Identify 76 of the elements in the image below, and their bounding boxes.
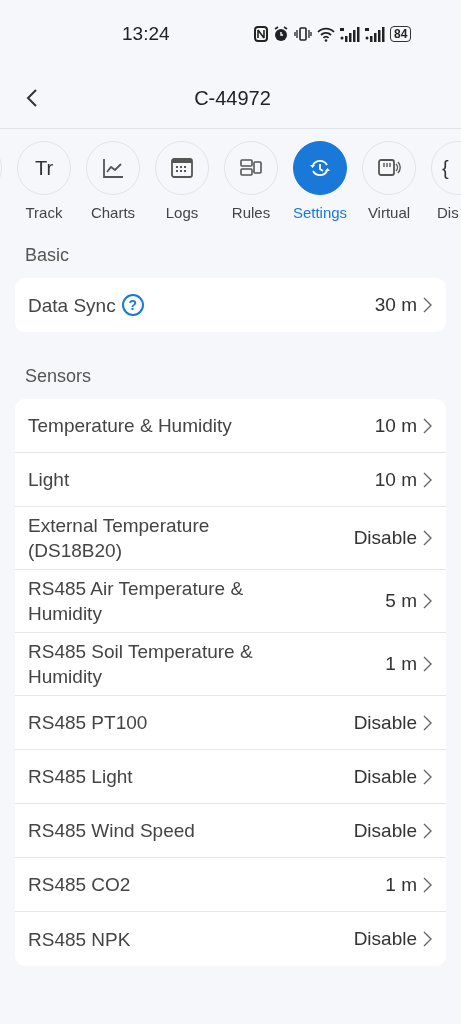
calendar-icon <box>170 156 194 180</box>
chevron-icon <box>423 297 432 313</box>
row-label: Data Sync <box>28 293 116 318</box>
back-button[interactable] <box>26 88 38 108</box>
row-value: Disable <box>353 819 417 842</box>
row-label: RS485 Air Temperature & Humidity <box>28 577 245 626</box>
tab[interactable]: Rules <box>224 141 278 229</box>
row-value: 1 m <box>385 873 417 896</box>
signal-icon <box>365 26 385 42</box>
chevron-icon <box>423 876 432 893</box>
row-value: Disable <box>353 527 417 549</box>
tab[interactable]: Logs <box>155 141 209 229</box>
section-title: Sensors <box>24 365 93 388</box>
nfc-icon <box>254 26 268 42</box>
settings-row[interactable]: RS485 Light Disable <box>15 750 446 804</box>
battery-indicator: 84 <box>390 26 412 42</box>
row-label: RS485 CO2 <box>28 873 131 897</box>
tab[interactable]: { Dis <box>431 141 461 229</box>
row-value: 1 m <box>385 653 417 675</box>
settings-row[interactable]: RS485 Wind Speed Disable <box>15 804 446 858</box>
row-label: RS485 PT100 <box>28 711 148 735</box>
tab-label: Charts <box>90 204 136 221</box>
settings-row[interactable]: RS485 CO2 1 m <box>15 858 446 912</box>
chevron-icon <box>423 768 432 785</box>
row-label: RS485 NPK <box>28 927 131 952</box>
back-icon <box>26 88 38 108</box>
settings-row[interactable]: RS485 Air Temperature & Humidity 5 m <box>15 570 446 633</box>
row-value: 10 m <box>374 468 417 491</box>
tab-label: Track <box>25 204 63 221</box>
chevron-icon <box>423 593 432 609</box>
tab[interactable]: Settings <box>293 141 347 229</box>
clock-time: 13:24 <box>122 23 171 45</box>
page-title: C-44972 <box>194 86 271 110</box>
chart-icon <box>101 156 125 180</box>
alarm-icon <box>273 26 289 42</box>
signal-icon <box>340 26 360 42</box>
settings-row[interactable]: Light 10 m <box>15 453 446 507</box>
settings-row[interactable]: Data Sync ? 30 m <box>15 278 446 332</box>
tab-icon: { <box>442 156 449 180</box>
row-value: 30 m <box>374 294 417 316</box>
settings-row[interactable]: RS485 Soil Temperature & Humidity 1 m <box>15 633 446 696</box>
settings-row[interactable]: RS485 NPK Disable <box>15 912 446 966</box>
wifi-icon <box>317 26 335 42</box>
row-label: Temperature & Humidity <box>28 414 232 438</box>
row-label: RS485 Soil Temperature & Humidity <box>28 640 254 689</box>
row-label: External Temperature (DS18B20) <box>28 514 211 563</box>
chevron-icon <box>423 417 432 434</box>
tab-label: Settings <box>292 204 348 221</box>
row-value: 5 m <box>385 590 417 612</box>
chevron-icon <box>423 931 432 947</box>
row-label: Light <box>28 468 70 492</box>
settings-row[interactable]: RS485 PT100 Disable <box>15 696 446 750</box>
tab[interactable]: Charts <box>86 141 140 229</box>
tab[interactable]: Tr Track <box>17 141 71 229</box>
vibrate-icon <box>294 26 312 42</box>
settings-row[interactable]: External Temperature (DS18B20) Disable <box>15 507 446 570</box>
chevron-icon <box>423 714 432 731</box>
chevron-icon <box>423 471 432 488</box>
row-value: Disable <box>353 765 417 788</box>
tab-label: Dis <box>436 204 459 221</box>
row-value: Disable <box>353 711 417 734</box>
section-title: Basic <box>24 244 70 267</box>
chevron-icon <box>423 656 432 672</box>
tab[interactable]: Virtual <box>362 141 416 229</box>
tab-icon: Tr <box>34 156 54 180</box>
chevron-icon <box>423 822 432 839</box>
row-value: 10 m <box>374 414 417 437</box>
chevron-icon <box>423 530 432 546</box>
tab-label: Virtual <box>367 204 411 221</box>
tab-label: Logs <box>165 204 199 221</box>
row-label: RS485 Wind Speed <box>28 819 195 843</box>
tab-label: Rules <box>231 204 271 221</box>
row-value: Disable <box>353 928 417 950</box>
help-icon[interactable]: ? <box>121 294 144 316</box>
settings-row[interactable]: Temperature & Humidity 10 m <box>15 399 446 453</box>
row-label: RS485 Light <box>28 765 133 789</box>
